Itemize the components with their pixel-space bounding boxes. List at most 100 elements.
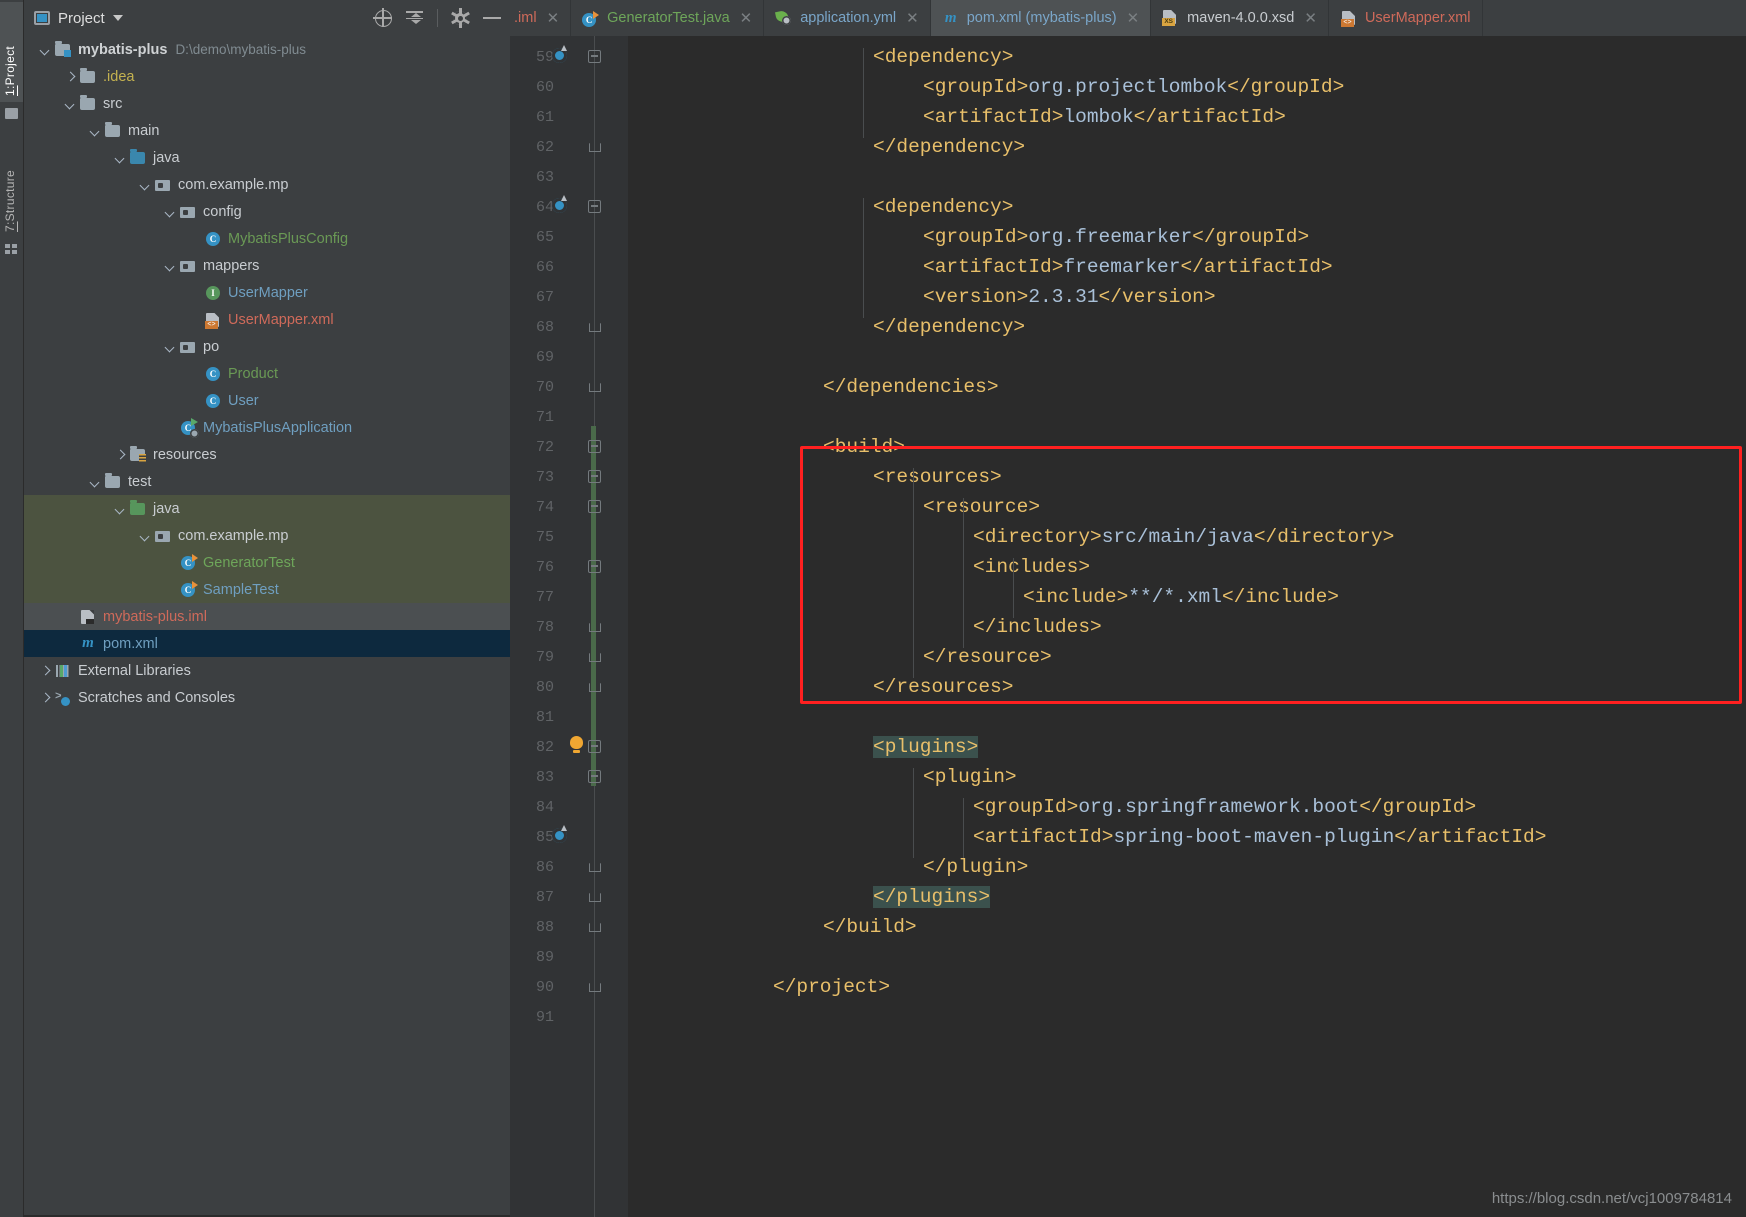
- fold-collapse-icon[interactable]: [588, 740, 601, 753]
- tree-node-com-example-mp[interactable]: com.example.mp: [24, 522, 510, 549]
- expand-arrow-right-icon[interactable]: [63, 70, 77, 84]
- code-line-76[interactable]: <includes>: [628, 552, 1746, 582]
- editor-tab--iml[interactable]: .iml ✕: [510, 0, 572, 36]
- fold-end-icon[interactable]: [588, 620, 601, 633]
- editor-gutter[interactable]: 59 60 61 62 63 64 65 66 67 68 69 70 71 72 73 74 75 76 77 78…: [510, 36, 628, 1217]
- editor-tab-bar[interactable]: .iml ✕ C GeneratorTest.java ✕ application.yml…: [510, 0, 1746, 36]
- expand-arrow-down-icon[interactable]: [38, 43, 52, 57]
- code-line-63[interactable]: [628, 162, 1746, 192]
- editor-tab-generatortest-java[interactable]: C GeneratorTest.java ✕: [571, 0, 765, 36]
- code-line-66[interactable]: <artifactId> freemarker </artifactId>: [628, 252, 1746, 282]
- fold-end-icon[interactable]: [588, 890, 601, 903]
- tree-node-com-example-mp[interactable]: com.example.mp: [24, 171, 510, 198]
- expand-arrow-down-icon[interactable]: [88, 475, 102, 489]
- project-view-selector[interactable]: Project: [34, 10, 123, 27]
- code-line-86[interactable]: </plugin>: [628, 852, 1746, 882]
- tree-node-test[interactable]: test: [24, 468, 510, 495]
- code-line-62[interactable]: </dependency>: [628, 132, 1746, 162]
- fold-collapse-icon[interactable]: [588, 560, 601, 573]
- code-line-84[interactable]: <groupId> org.springframework.boot </group…: [628, 792, 1746, 822]
- expand-arrow-down-icon[interactable]: [113, 151, 127, 165]
- tree-node-usermapper-xml[interactable]: UserMapper.xml: [24, 306, 510, 333]
- editor-tab-application-yml[interactable]: application.yml ✕: [764, 0, 931, 36]
- code-line-72[interactable]: <build>: [628, 432, 1746, 462]
- collapse-all-icon[interactable]: [405, 8, 425, 28]
- code-line-79[interactable]: </resource>: [628, 642, 1746, 672]
- tree-node-mybatisplusconfig[interactable]: C MybatisPlusConfig: [24, 225, 510, 252]
- tab-close-icon[interactable]: ✕: [547, 9, 560, 27]
- tab-close-icon[interactable]: ✕: [1127, 9, 1140, 27]
- tab-close-icon[interactable]: ✕: [906, 9, 919, 27]
- tree-node-java[interactable]: java: [24, 144, 510, 171]
- expand-arrow-down-icon[interactable]: [63, 97, 77, 111]
- code-line-89[interactable]: [628, 942, 1746, 972]
- code-line-74[interactable]: <resource>: [628, 492, 1746, 522]
- tree-node-resources[interactable]: resources: [24, 441, 510, 468]
- code-editor[interactable]: 59 60 61 62 63 64 65 66 67 68 69 70 71 72 73 74 75 76 77 78…: [510, 36, 1746, 1217]
- tree-node-mappers[interactable]: mappers: [24, 252, 510, 279]
- expand-arrow-down-icon[interactable]: [163, 259, 177, 273]
- chevron-down-icon[interactable]: [112, 15, 123, 21]
- project-tree[interactable]: mybatis-plus D:\demo\mybatis-plus .idea src…: [24, 36, 510, 1217]
- fold-end-icon[interactable]: [588, 380, 601, 393]
- tool-window-tab-structure[interactable]: 7:Structure: [0, 128, 23, 238]
- code-line-60[interactable]: <groupId> org.projectlombok </groupId>: [628, 72, 1746, 102]
- settings-gear-icon[interactable]: [450, 8, 470, 28]
- tree-node-java[interactable]: java: [24, 495, 510, 522]
- tree-node-config[interactable]: config: [24, 198, 510, 225]
- tree-node-scratches-and-consoles[interactable]: >_ Scratches and Consoles: [24, 684, 510, 711]
- code-line-81[interactable]: [628, 702, 1746, 732]
- code-line-59[interactable]: <dependency>: [628, 42, 1746, 72]
- expand-arrow-down-icon[interactable]: [163, 340, 177, 354]
- editor-tab-pom-xml-mybatis-plus-[interactable]: m pom.xml (mybatis-plus) ✕: [930, 0, 1152, 36]
- tree-node-product[interactable]: C Product: [24, 360, 510, 387]
- expand-arrow-right-icon[interactable]: [38, 664, 52, 678]
- editor-tab-usermapper-xml[interactable]: UserMapper.xml: [1328, 0, 1483, 36]
- spring-bean-gutter-icon[interactable]: [552, 195, 570, 216]
- tree-node-src[interactable]: src: [24, 90, 510, 117]
- fold-collapse-icon[interactable]: [588, 500, 601, 513]
- expand-arrow-right-icon[interactable]: [113, 448, 127, 462]
- tree-node-usermapper[interactable]: I UserMapper: [24, 279, 510, 306]
- expand-arrow-down-icon[interactable]: [163, 205, 177, 219]
- code-line-78[interactable]: </includes>: [628, 612, 1746, 642]
- tree-node-sampletest[interactable]: C SampleTest: [24, 576, 510, 603]
- fold-end-icon[interactable]: [588, 680, 601, 693]
- code-content[interactable]: <dependency> <groupId> org.projectlombok </…: [628, 36, 1746, 1217]
- fold-end-icon[interactable]: [588, 650, 601, 663]
- tool-window-tab-project[interactable]: 1:Project: [0, 2, 23, 102]
- code-line-87[interactable]: </plugins>: [628, 882, 1746, 912]
- fold-end-icon[interactable]: [588, 140, 601, 153]
- tree-node-main[interactable]: main: [24, 117, 510, 144]
- fold-collapse-icon[interactable]: [588, 200, 601, 213]
- tree-node-generatortest[interactable]: C GeneratorTest: [24, 549, 510, 576]
- fold-collapse-icon[interactable]: [588, 440, 601, 453]
- tab-close-icon[interactable]: ✕: [740, 9, 753, 27]
- fold-end-icon[interactable]: [588, 320, 601, 333]
- tree-node--idea[interactable]: .idea: [24, 63, 510, 90]
- code-line-77[interactable]: <include> **/*.xml </include>: [628, 582, 1746, 612]
- code-line-64[interactable]: <dependency>: [628, 192, 1746, 222]
- code-line-75[interactable]: <directory> src/main/java </directory>: [628, 522, 1746, 552]
- expand-arrow-down-icon[interactable]: [138, 529, 152, 543]
- expand-arrow-right-icon[interactable]: [38, 691, 52, 705]
- fold-end-icon[interactable]: [588, 920, 601, 933]
- code-line-80[interactable]: </resources>: [628, 672, 1746, 702]
- code-line-88[interactable]: </build>: [628, 912, 1746, 942]
- spring-bean-gutter-icon[interactable]: [552, 825, 570, 846]
- tree-node-external-libraries[interactable]: External Libraries: [24, 657, 510, 684]
- fold-end-icon[interactable]: [588, 980, 601, 993]
- code-line-65[interactable]: <groupId> org.freemarker </groupId>: [628, 222, 1746, 252]
- code-line-69[interactable]: [628, 342, 1746, 372]
- expand-arrow-down-icon[interactable]: [138, 178, 152, 192]
- fold-collapse-icon[interactable]: [588, 470, 601, 483]
- code-line-68[interactable]: </dependency>: [628, 312, 1746, 342]
- code-line-71[interactable]: [628, 402, 1746, 432]
- code-line-67[interactable]: <version> 2.3.31 </version>: [628, 282, 1746, 312]
- intention-bulb-icon[interactable]: [570, 736, 583, 753]
- code-line-90[interactable]: </project>: [628, 972, 1746, 1002]
- tab-close-icon[interactable]: ✕: [1304, 9, 1317, 27]
- tree-node-mybatis-plus-iml[interactable]: mybatis-plus.iml: [24, 603, 510, 630]
- code-line-73[interactable]: <resources>: [628, 462, 1746, 492]
- tree-node-mybatisplusapplication[interactable]: C MybatisPlusApplication: [24, 414, 510, 441]
